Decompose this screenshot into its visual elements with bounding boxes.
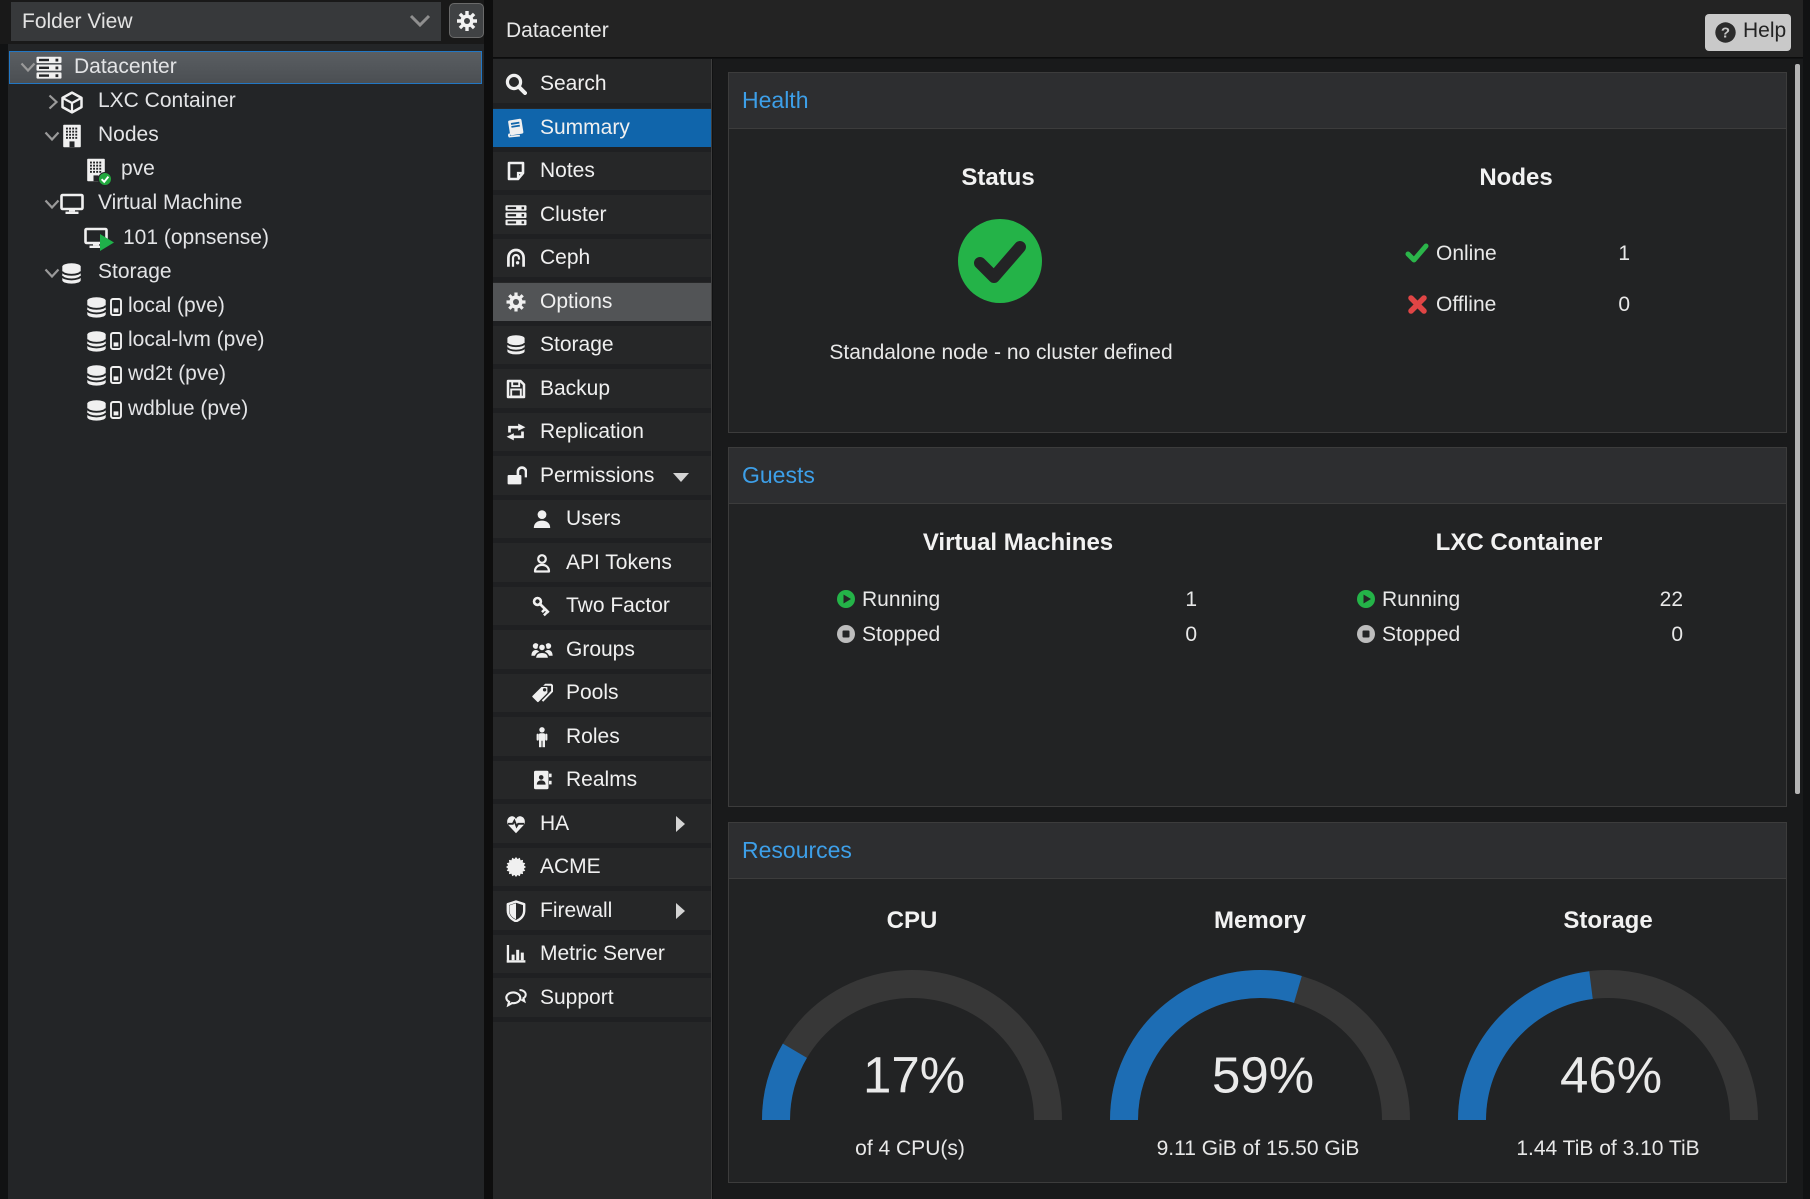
svg-text:?: ? bbox=[1721, 25, 1730, 42]
